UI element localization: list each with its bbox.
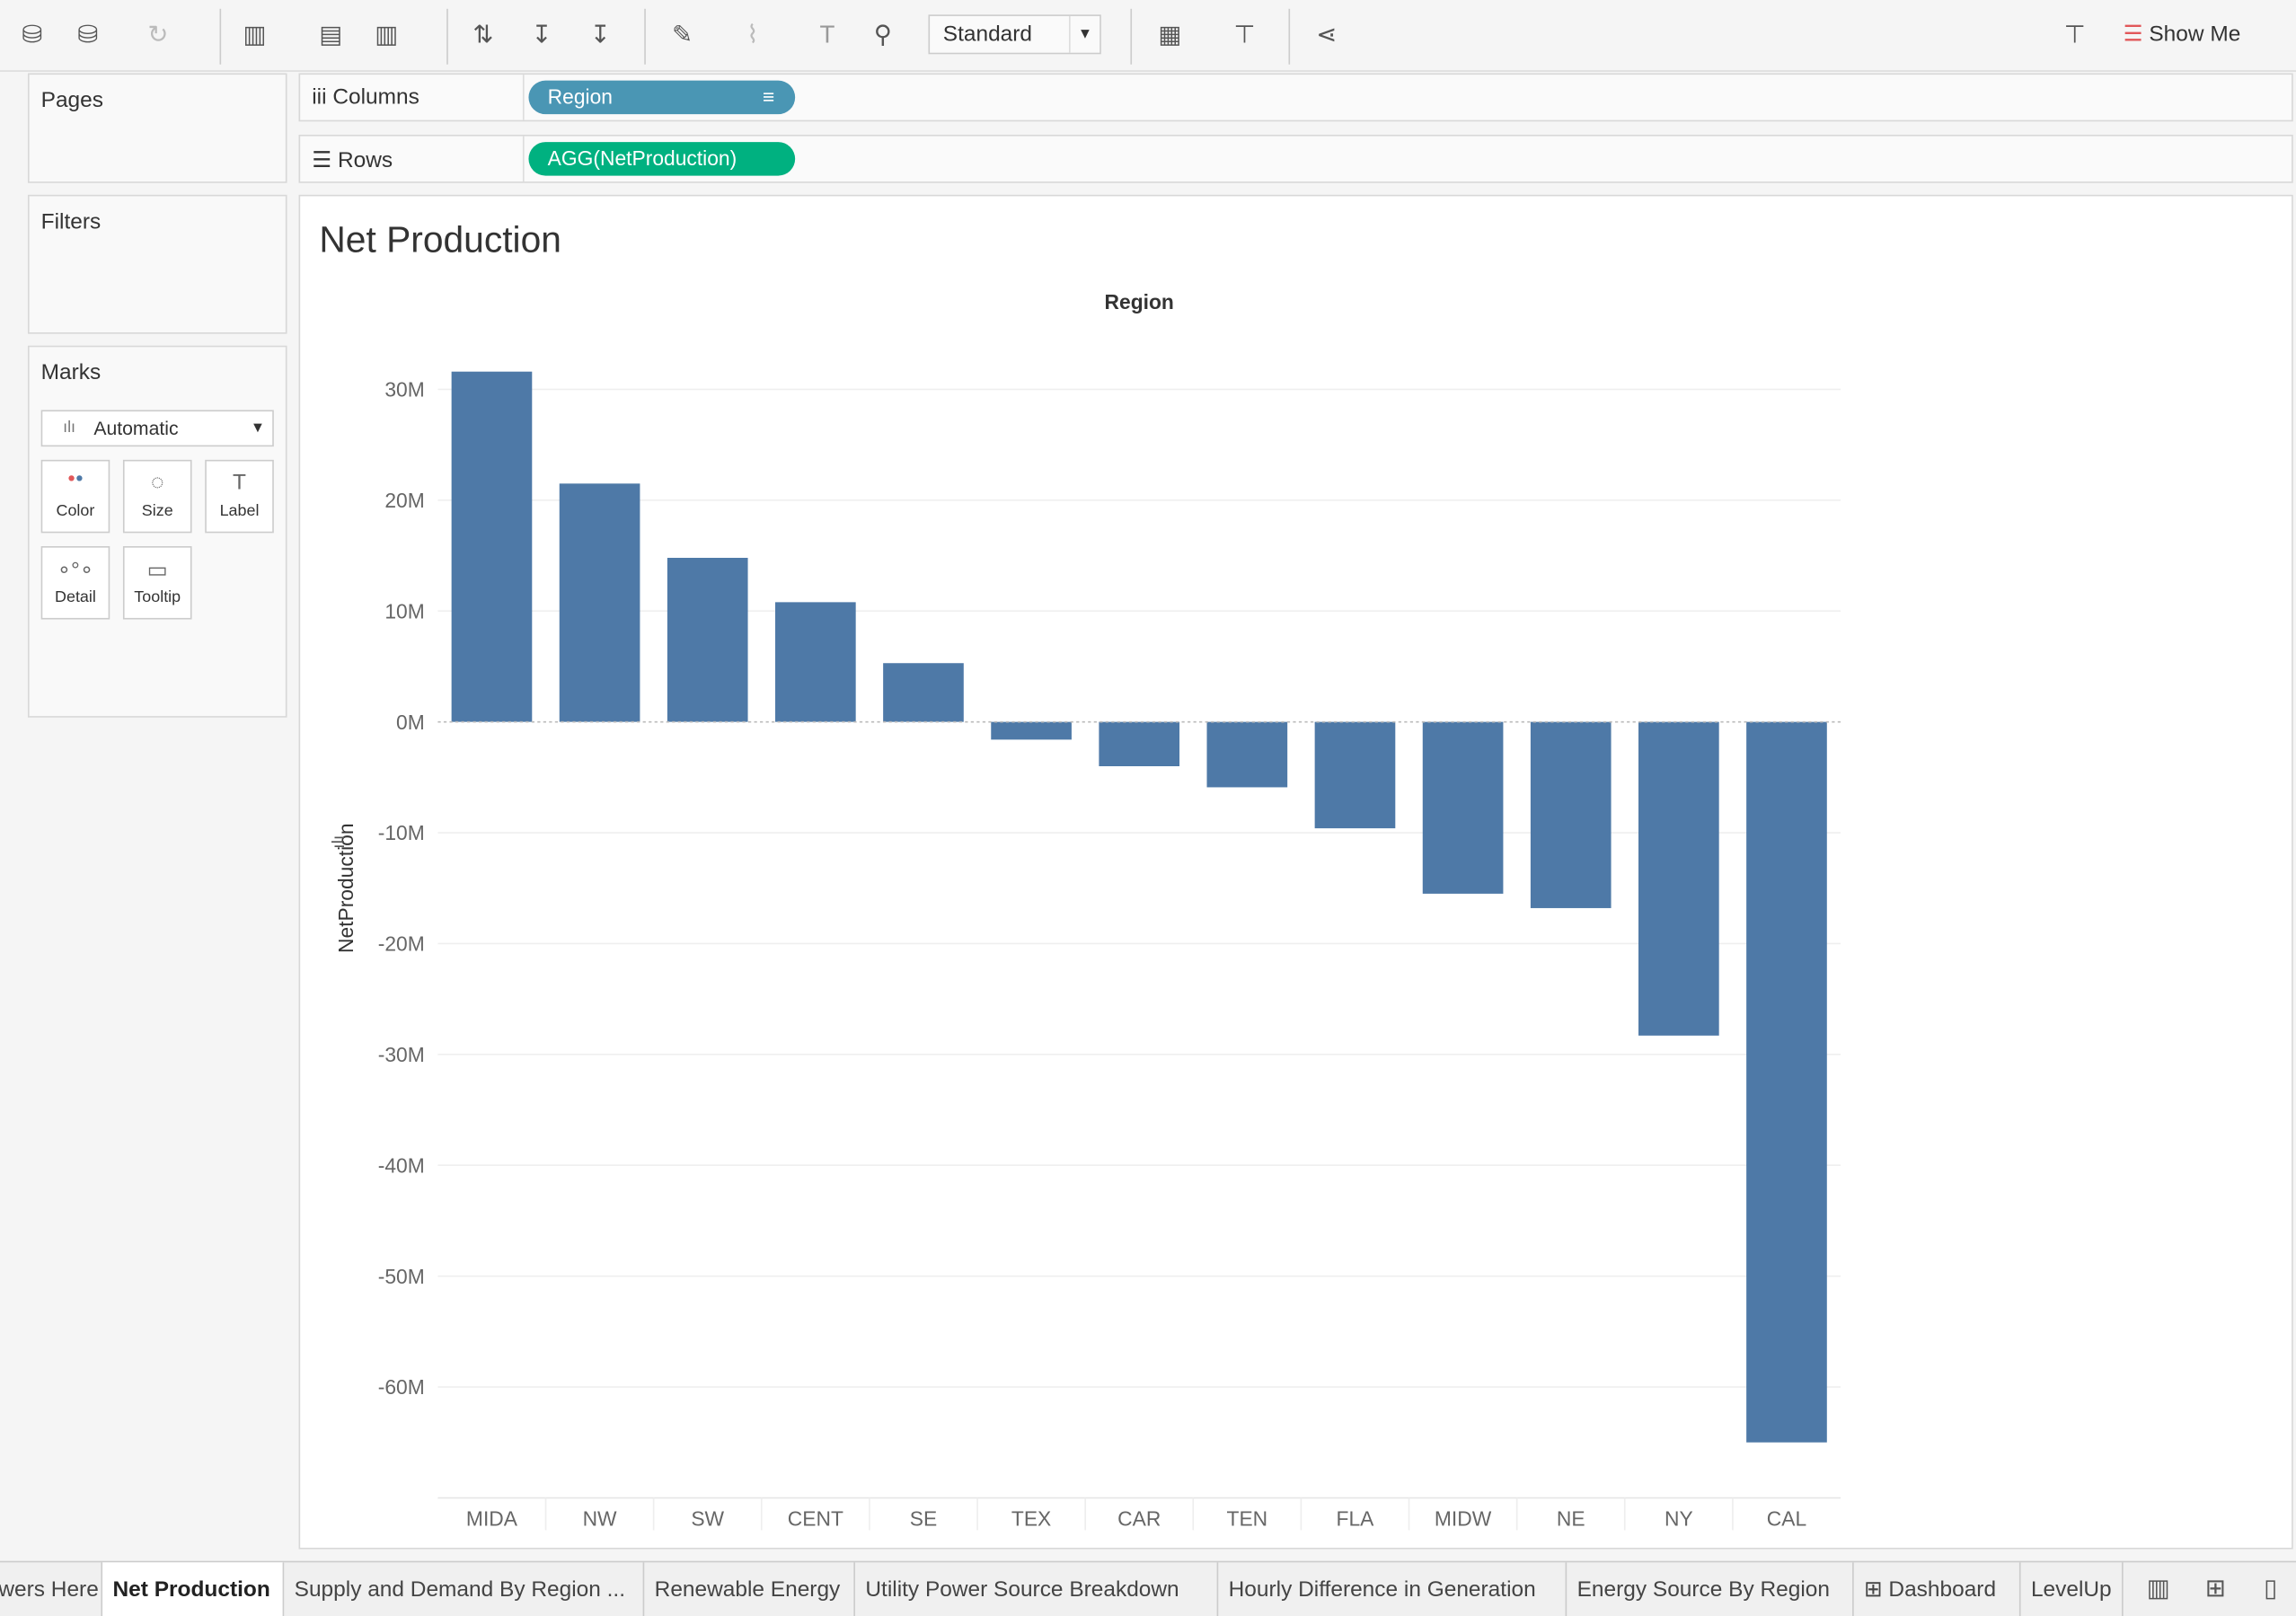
swap-rows-columns-icon[interactable]: ⇅ [465,18,500,53]
x-tick-label: TEN [1227,1507,1268,1531]
bar-fla [1314,721,1396,829]
mark-type-select[interactable]: ılı Automatic ▼ [40,410,274,447]
x-tick-label: CAL [1767,1507,1806,1531]
chevron-down-icon: ▼ [250,419,266,437]
tab-hourly-difference-in-generation[interactable]: Hourly Difference in Generation [1218,1562,1567,1616]
y-tick-label: -40M [378,1153,425,1177]
fit-select[interactable]: Standard ▼ [928,14,1101,55]
tab-levelup[interactable]: LevelUp [2021,1562,2124,1616]
bar-ny [1638,721,1719,1036]
tooltip-icon: ▭ [146,558,168,583]
columns-shelf[interactable]: iii Columns Region ≡ [298,73,2293,122]
label-icon: T [233,470,246,495]
bar-car [1099,721,1180,766]
y-tick-label: 30M [384,378,424,402]
bar-chart-icon: ılı [63,419,76,437]
bar-sw [667,558,748,722]
marks-card: Marks ılı Automatic ▼ ●● Color ◌ Size T Label… [27,345,287,718]
x-tick-label: MIDW [1435,1507,1492,1531]
sort-icon: ≡ [763,84,775,109]
x-tick-label: NW [583,1507,617,1531]
pages-shelf[interactable]: Pages [27,73,287,183]
share-icon[interactable]: ⋖ [1309,18,1344,53]
bar-mida [451,371,533,722]
new-story-tab-icon[interactable]: ▯ [2264,1574,2277,1603]
x-tick-label: SE [910,1507,937,1531]
color-mark-button[interactable]: ●● Color [40,459,110,534]
presentation-mode-icon[interactable]: ⊤ [1227,18,1262,53]
duplicate-sheet-icon[interactable]: ▤ [313,18,349,53]
pin-icon[interactable]: ⚲ [865,18,900,53]
tab-wers-here[interactable]: wers Here [0,1562,103,1616]
signpost-icon[interactable]: ⊤ [2057,18,2092,53]
detail-icon: ∘°∘ [57,558,94,583]
y-tick-label: -30M [378,1043,425,1066]
pause-updates-icon[interactable]: ⛁ [70,18,105,53]
bar-tex [991,721,1072,740]
x-tick-label: TEX [1011,1507,1051,1531]
tab-renewable-energy[interactable]: Renewable Energy [644,1562,855,1616]
x-tick-label: FLA [1337,1507,1375,1531]
filters-shelf[interactable]: Filters [27,194,287,334]
y-tick-label: 20M [384,489,424,512]
new-worksheet-icon[interactable]: ▥ [237,18,272,53]
x-tick-label: NY [1665,1507,1693,1531]
tab-dashboard[interactable]: ⊞ Dashboard [1854,1562,2021,1616]
columns-icon: iii [312,84,327,110]
netproduction-pill[interactable]: AGG(NetProduction) [528,142,796,176]
new-worksheet-tab-icon[interactable]: ▥ [2147,1574,2170,1603]
bar-ten [1206,721,1288,788]
x-tick-label: CENT [788,1507,843,1531]
tab-energy-source-by-region[interactable]: Energy Source By Region [1567,1562,1854,1616]
new-data-source-icon[interactable]: ⛁ [14,18,49,53]
bar-midw [1422,721,1504,894]
color-icon: ●● [67,470,84,485]
dashboard-icon: ⊞ [1864,1576,1883,1603]
y-tick-label: 0M [396,711,425,734]
tooltip-mark-button[interactable]: ▭ Tooltip [122,546,192,620]
tab-utility-power-source-breakdown[interactable]: Utility Power Source Breakdown [855,1562,1219,1616]
new-dashboard-tab-icon[interactable]: ⊞ [2205,1574,2226,1603]
size-mark-button[interactable]: ◌ Size [122,459,192,534]
show-labels-icon[interactable]: T [809,18,844,53]
worksheet-view: Net Production Region NetProduction ılı 30M… [298,194,2293,1550]
x-tick-label: SW [691,1507,724,1531]
bar-nw [559,483,640,722]
region-pill[interactable]: Region ≡ [528,80,796,115]
show-me-button[interactable]: ☰ Show Me [2124,21,2241,47]
highlight-icon[interactable]: ✎ [665,18,700,53]
sort-indicator-icon: ılı [329,835,349,849]
chevron-down-icon: ▼ [1068,15,1099,53]
x-tick-label: NE [1557,1507,1585,1531]
sheet-tabs: wers Here Net Production Supply and Demand… [0,1560,2296,1616]
y-tick-label: -10M [378,821,425,844]
show-me-icon: ☰ [2123,22,2143,48]
y-tick-label: 10M [384,599,424,623]
y-tick-label: -50M [378,1265,425,1288]
size-icon: ◌ [150,470,164,495]
bar-cal [1746,721,1827,1443]
rows-shelf[interactable]: ☰ Rows AGG(NetProduction) [298,134,2293,183]
rows-icon: ☰ [312,147,332,173]
x-tick-label: CAR [1117,1507,1161,1531]
x-tick-label: MIDA [466,1507,518,1531]
show-cards-icon[interactable]: ▦ [1152,18,1188,53]
tab-net-production[interactable]: Net Production [102,1562,285,1616]
sort-descending-icon[interactable]: ↧ [583,18,618,53]
y-tick-label: -20M [378,932,425,956]
tab-supply-and-demand-by-region-[interactable]: Supply and Demand By Region ... [284,1562,645,1616]
detail-mark-button[interactable]: ∘°∘ Detail [40,546,110,620]
label-mark-button[interactable]: T Label [205,459,274,534]
group-icon[interactable]: ⌇ [735,18,770,53]
y-tick-label: -60M [378,1375,425,1399]
x-axis-title: Region [1105,290,1174,313]
toolbar: ⛁ ⛁ ↻ ▥ ▤ ▥ ⇅ ↧ ↧ ✎ ⌇ T ⚲ Standard ▼ ▦ ⊤ … [0,0,2296,72]
refresh-icon[interactable]: ↻ [140,18,175,53]
sort-ascending-icon[interactable]: ↧ [525,18,560,53]
bar-cent [775,602,856,722]
clear-sheet-icon[interactable]: ▥ [369,18,404,53]
bar-se [883,663,964,722]
bar-ne [1530,721,1612,908]
bar-chart: RegionNetProductionılı30M20M10M0M-10M-20… [329,290,1841,1531]
